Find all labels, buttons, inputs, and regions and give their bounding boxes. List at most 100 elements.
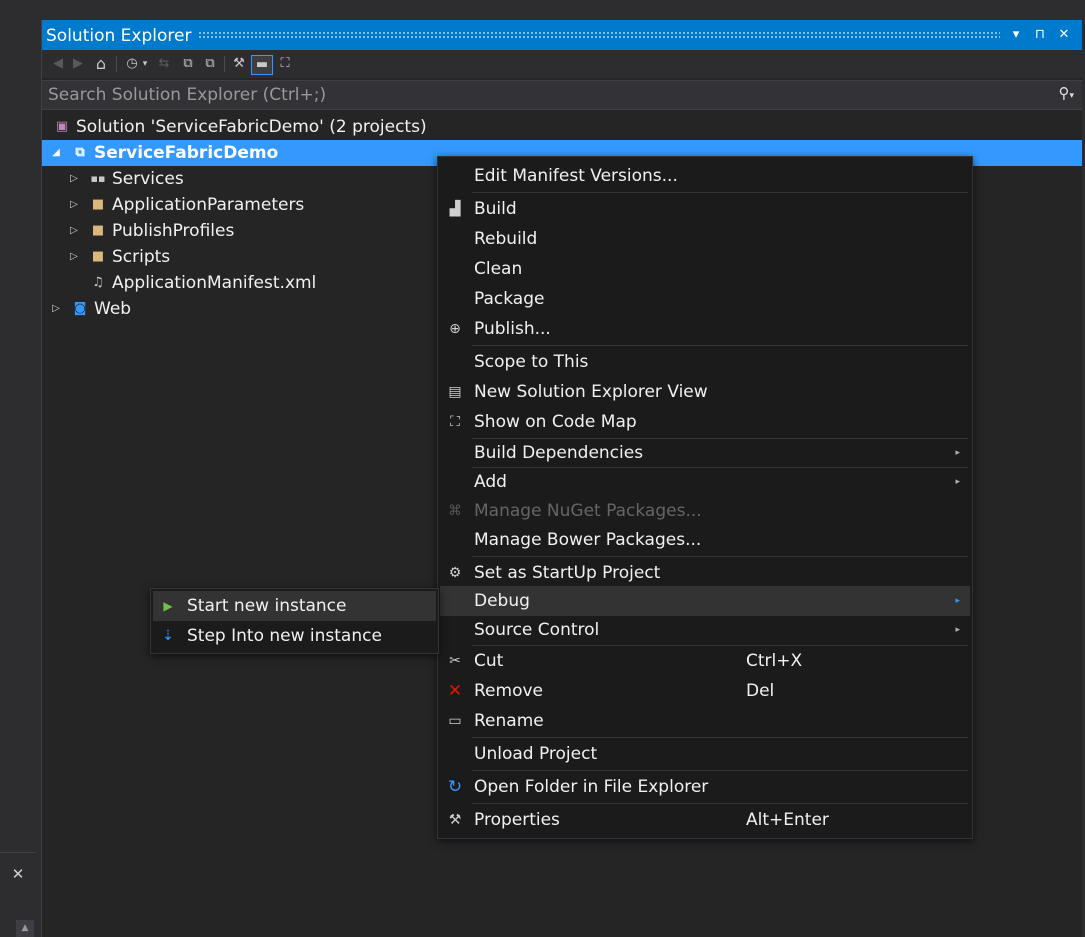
left-dock-strip [0, 0, 40, 937]
menu-item-label: Rebuild [474, 229, 538, 249]
submenu-item-label: Step Into new instance [187, 626, 382, 646]
tree-item-label: ApplicationManifest.xml [112, 273, 317, 293]
submenu-item-step-into[interactable]: ⇣ Step Into new instance [153, 621, 436, 651]
web-project-icon: ◙ [73, 301, 87, 316]
wrench-icon: ⚒ [448, 812, 462, 828]
menu-item-shortcut: Alt+Enter [746, 810, 829, 830]
service-fabric-project-icon: ⧉ [75, 145, 85, 160]
menu-separator [472, 803, 968, 804]
code-map-icon[interactable]: ⛶ [276, 55, 294, 73]
history-icon[interactable]: ◷ [124, 55, 140, 73]
title-grip [198, 31, 1000, 39]
window-title: Solution Explorer [46, 26, 192, 46]
code-map-icon: ⛶ [450, 414, 460, 430]
window-dropdown-button[interactable]: ▾ [1006, 24, 1026, 46]
services-icon: ▪▪ [90, 172, 106, 185]
submenu-arrow-icon: ▸ [955, 477, 960, 487]
close-button[interactable]: ✕ [1054, 24, 1074, 46]
tree-item-solution[interactable]: ▣ Solution 'ServiceFabricDemo' (2 projec… [42, 114, 1082, 140]
folder-icon: ■ [91, 197, 105, 212]
xml-file-icon: ♫ [92, 275, 104, 290]
new-view-icon: ▤ [448, 384, 462, 400]
menu-item-debug[interactable]: Debug ▸ [440, 586, 970, 616]
tree-item-label: Scripts [112, 247, 171, 267]
scroll-up-icon[interactable]: ▲ [16, 920, 34, 937]
collapsed-arrow-icon[interactable]: ▷ [68, 192, 80, 218]
menu-item-unload-project[interactable]: Unload Project [440, 739, 970, 769]
menu-item-label: Add [474, 472, 507, 492]
collapse-all-icon[interactable]: ⧉ [180, 55, 196, 73]
menu-item-scope-to-this[interactable]: Scope to This [440, 347, 970, 377]
menu-item-rebuild[interactable]: Rebuild [440, 224, 970, 254]
menu-item-publish[interactable]: ⊕ Publish... [440, 314, 970, 344]
tree-item-label: Web [94, 299, 132, 319]
menu-item-label: Remove [474, 681, 543, 701]
menu-item-show-on-code-map[interactable]: ⛶ Show on Code Map [440, 407, 970, 437]
menu-item-rename[interactable]: ▭ Rename [440, 706, 970, 736]
menu-item-add[interactable]: Add ▸ [440, 467, 970, 497]
menu-item-label: Set as StartUp Project [474, 563, 661, 583]
expanded-arrow-icon[interactable]: ◢ [50, 140, 62, 166]
title-bar[interactable]: Solution Explorer ▾ ⊓ ✕ [42, 20, 1082, 50]
menu-item-properties[interactable]: ⚒ Properties Alt+Enter [440, 805, 970, 835]
solution-icon: ▣ [55, 119, 69, 134]
collapsed-arrow-icon[interactable]: ▷ [50, 296, 62, 322]
menu-item-open-folder[interactable]: ↻ Open Folder in File Explorer [440, 772, 970, 802]
menu-item-new-solution-explorer-view[interactable]: ▤ New Solution Explorer View [440, 377, 970, 407]
forward-icon[interactable]: ▶ [70, 55, 86, 73]
play-icon: ▶ [163, 599, 173, 613]
menu-item-remove[interactable]: ✕ Remove Del [440, 676, 970, 706]
menu-item-label: Cut [474, 651, 504, 671]
toolbar-separator [116, 56, 117, 72]
search-box[interactable]: Search Solution Explorer (Ctrl+;) ⚲▾ [42, 80, 1082, 110]
properties-icon[interactable]: ⚒ [230, 55, 248, 73]
preview-selected-icon[interactable]: ▬ [251, 55, 273, 75]
collapsed-arrow-icon[interactable]: ▷ [68, 244, 80, 270]
menu-item-cut[interactable]: ✂ Cut Ctrl+X [440, 646, 970, 676]
pin-button[interactable]: ⊓ [1030, 24, 1050, 46]
tree-item-label: ServiceFabricDemo [94, 143, 279, 163]
menu-item-label: New Solution Explorer View [474, 382, 708, 402]
nuget-icon: ⌘ [448, 503, 462, 519]
menu-item-set-startup[interactable]: ⚙ Set as StartUp Project [440, 558, 970, 588]
home-icon[interactable]: ⌂ [92, 55, 110, 73]
menu-item-label: Unload Project [474, 744, 598, 764]
menu-item-clean[interactable]: Clean [440, 254, 970, 284]
search-input[interactable]: Search Solution Explorer (Ctrl+;) [48, 85, 326, 105]
left-panel-border [0, 852, 36, 853]
menu-item-package[interactable]: Package [440, 284, 970, 314]
collapsed-arrow-icon[interactable]: ▷ [68, 218, 80, 244]
menu-item-manage-bower[interactable]: Manage Bower Packages... [440, 525, 970, 555]
menu-item-label: Edit Manifest Versions... [474, 166, 678, 186]
open-folder-arrow-icon: ↻ [447, 777, 463, 797]
menu-item-build[interactable]: ▟ Build [440, 194, 970, 224]
tree-item-label: PublishProfiles [112, 221, 235, 241]
toolbar: ◀ ▶ ⌂ ◷ ▾ ⇆ ⧉ ⧉ ⚒ ▬ ⛶ [42, 50, 1082, 78]
menu-item-build-dependencies[interactable]: Build Dependencies ▸ [440, 438, 970, 468]
context-menu: Edit Manifest Versions... ▟ Build Rebuil… [437, 156, 973, 839]
submenu-item-label: Start new instance [187, 596, 347, 616]
menu-item-label: Rename [474, 711, 544, 731]
menu-separator [472, 737, 968, 738]
sync-icon[interactable]: ⇆ [156, 55, 172, 73]
menu-separator [472, 770, 968, 771]
submenu-item-start-new-instance[interactable]: ▶ Start new instance [153, 591, 436, 621]
menu-item-label: Clean [474, 259, 523, 279]
menu-separator [472, 345, 968, 346]
close-icon[interactable]: ✕ [4, 862, 32, 886]
menu-item-label: Properties [474, 810, 560, 830]
tree-item-label: ApplicationParameters [112, 195, 305, 215]
menu-item-edit-manifest[interactable]: Edit Manifest Versions... [440, 161, 970, 191]
back-icon[interactable]: ◀ [50, 55, 66, 73]
history-dropdown-icon[interactable]: ▾ [140, 55, 150, 73]
step-into-icon: ⇣ [162, 628, 174, 644]
show-all-files-icon[interactable]: ⧉ [202, 55, 218, 73]
search-icon[interactable]: ⚲▾ [1058, 84, 1074, 102]
rename-icon: ▭ [448, 713, 462, 729]
folder-icon: ■ [91, 223, 105, 238]
folder-icon: ■ [91, 249, 105, 264]
menu-item-label: Manage Bower Packages... [474, 530, 702, 550]
submenu-arrow-icon: ▸ [955, 596, 960, 606]
menu-item-source-control[interactable]: Source Control ▸ [440, 615, 970, 645]
collapsed-arrow-icon[interactable]: ▷ [68, 166, 80, 192]
